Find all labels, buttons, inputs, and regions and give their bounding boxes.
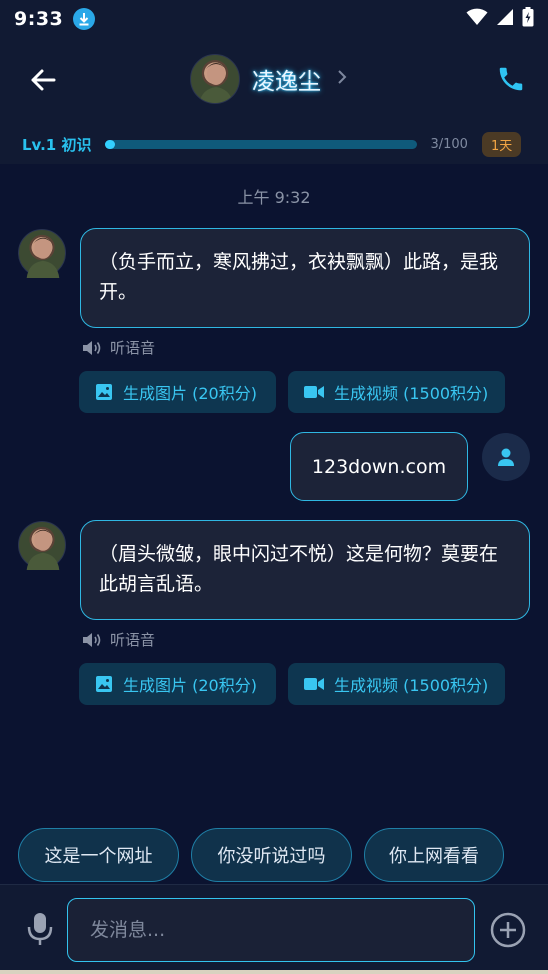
level-progress (105, 139, 418, 149)
character-name: 凌逸尘 (252, 69, 321, 95)
phone-icon (499, 67, 523, 91)
level-progress-fill (105, 139, 115, 149)
listen-voice-button[interactable]: 听语音 (82, 337, 155, 358)
more-button[interactable] (490, 912, 526, 948)
call-button[interactable] (496, 64, 526, 94)
chat-header: 凌逸尘 (0, 38, 548, 124)
download-icon (73, 8, 96, 30)
ai-message-bubble[interactable]: （负手而立，寒风拂过，衣袂飘飘）此路，是我开。 (80, 228, 530, 328)
status-time: 9:33 (14, 8, 64, 30)
message-text: （眉头微皱，眼中闪过不悦）这是何物？莫要在此胡言乱语。 (99, 543, 499, 595)
status-bar: 9:33 (0, 0, 548, 38)
back-arrow-icon (31, 69, 56, 91)
days-badge: 1天 (481, 131, 522, 157)
suggestion-chip[interactable]: 你没听说过吗 (191, 828, 352, 882)
wifi-icon (466, 8, 488, 30)
speaker-icon (83, 632, 101, 647)
user-avatar[interactable] (482, 433, 530, 481)
back-button[interactable] (26, 62, 62, 98)
profile-link[interactable]: 凌逸尘 (190, 54, 347, 104)
image-icon (96, 384, 112, 400)
level-label: Lv.1 初识 (22, 135, 92, 154)
listen-label: 听语音 (110, 339, 156, 357)
character-avatar[interactable] (18, 229, 66, 278)
signal-icon (496, 8, 514, 30)
chat-timestamp: 上午 9:32 (237, 188, 311, 207)
generate-image-label: 生成图片 (20积分) (123, 676, 257, 695)
listen-voice-button[interactable]: 听语音 (82, 629, 155, 650)
message-text: 123down.com (311, 455, 447, 478)
plus-circle-icon (490, 912, 526, 948)
user-message-bubble[interactable]: 123down.com (290, 432, 468, 501)
listen-label: 听语音 (110, 631, 156, 649)
generate-video-button[interactable]: 生成视频 (1500积分) (288, 371, 505, 413)
generate-video-label: 生成视频 (1500积分) (334, 384, 489, 403)
suggestion-chip[interactable]: 你上网看看 (364, 828, 504, 882)
message-input[interactable] (67, 898, 475, 962)
speaker-icon (83, 340, 101, 355)
battery-icon (522, 7, 534, 31)
ai-message-bubble[interactable]: （眉头微皱，眼中闪过不悦）这是何物？莫要在此胡言乱语。 (80, 520, 530, 620)
level-count: 3/100 (430, 136, 468, 152)
chevron-right-icon (337, 69, 347, 90)
video-icon (304, 678, 324, 690)
microphone-icon (27, 913, 53, 945)
video-icon (304, 386, 324, 398)
intimacy-level-bar: Lv.1 初识 3/100 1天 (0, 124, 548, 164)
image-icon (96, 676, 112, 692)
generate-image-button[interactable]: 生成图片 (20积分) (79, 371, 276, 413)
generate-video-label: 生成视频 (1500积分) (334, 676, 489, 695)
character-avatar[interactable] (18, 521, 66, 570)
generate-image-label: 生成图片 (20积分) (123, 384, 257, 403)
navigation-bar-line (0, 970, 548, 974)
message-text: （负手而立，寒风拂过，衣袂飘飘）此路，是我开。 (99, 251, 499, 303)
voice-input-button[interactable] (24, 911, 56, 947)
character-avatar[interactable] (190, 54, 240, 104)
generate-image-button[interactable]: 生成图片 (20积分) (79, 663, 276, 705)
person-icon (498, 448, 514, 466)
suggestion-chip[interactable]: 这是一个网址 (18, 828, 179, 882)
message-composer (0, 884, 548, 974)
generate-video-button[interactable]: 生成视频 (1500积分) (288, 663, 505, 705)
